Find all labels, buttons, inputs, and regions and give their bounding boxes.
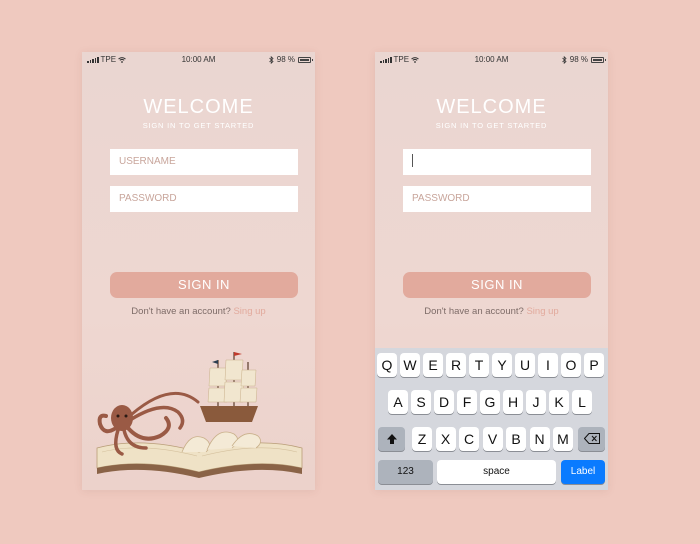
key-s[interactable]: S (411, 390, 431, 414)
return-key[interactable]: Label (561, 460, 605, 484)
key-q[interactable]: Q (377, 353, 397, 377)
welcome-title: WELCOME (143, 96, 254, 118)
key-d[interactable]: D (434, 390, 454, 414)
key-t[interactable]: T (469, 353, 489, 377)
welcome-subtitle: SIGN IN TO GET STARTED (142, 121, 255, 130)
key-k[interactable]: K (549, 390, 569, 414)
key-c[interactable]: C (459, 427, 479, 451)
battery-percent: 98 % (569, 55, 588, 64)
shift-key[interactable] (378, 427, 405, 451)
key-y[interactable]: Y (492, 353, 512, 377)
backspace-key[interactable] (578, 427, 605, 451)
text-cursor (412, 153, 413, 167)
account-question: Don't have an account? (424, 306, 524, 317)
battery-icon (298, 56, 313, 63)
book-ship-octopus-illustration (96, 352, 303, 478)
key-v[interactable]: V (482, 427, 503, 451)
signup-link[interactable]: Sing up (233, 306, 265, 317)
shift-arrow-icon (386, 434, 397, 444)
key-l[interactable]: L (572, 390, 592, 414)
key-p[interactable]: P (584, 353, 604, 377)
key-o[interactable]: O (561, 353, 581, 377)
signup-link[interactable]: Sing up (526, 306, 558, 317)
key-i[interactable]: I (538, 353, 558, 377)
welcome-subtitle: SIGN IN TO GET STARTED (435, 121, 548, 130)
account-question: Don't have an account? (131, 306, 231, 317)
signup-prompt: Don't have an account? Sing up (375, 306, 608, 317)
username-input[interactable]: USERNAME (110, 149, 298, 175)
battery-percent: 98 % (276, 55, 295, 64)
welcome-title: WELCOME (436, 96, 547, 118)
key-r[interactable]: R (446, 353, 466, 377)
key-f[interactable]: F (457, 390, 477, 414)
key-n[interactable]: N (529, 427, 550, 451)
key-m[interactable]: M (553, 427, 573, 451)
key-b[interactable]: B (506, 427, 526, 451)
password-input[interactable]: PASSWORD (403, 186, 591, 212)
status-bar: TPE 10:00 AM 98 % (82, 55, 315, 67)
bluetooth-icon (561, 55, 567, 64)
key-w[interactable]: W (400, 353, 420, 377)
key-j[interactable]: J (526, 390, 546, 414)
phone-screen-login-keyboard: TPE 10:00 AM 98 % WELCOME SIGN IN TO GET… (375, 52, 608, 490)
on-screen-keyboard: QWERTYUIOP ASDFGHJKL ZXCVBNM 123 space L… (375, 348, 608, 490)
backspace-icon (583, 433, 600, 444)
status-bar: TPE 10:00 AM 98 % (375, 55, 608, 67)
key-e[interactable]: E (423, 353, 443, 377)
key-a[interactable]: A (388, 390, 408, 414)
sign-in-button[interactable]: SIGN IN (403, 272, 591, 298)
key-x[interactable]: X (435, 427, 456, 451)
space-key[interactable]: space (437, 460, 556, 484)
numbers-key[interactable]: 123 (378, 460, 433, 484)
bluetooth-icon (268, 55, 274, 64)
phone-screen-login: TPE 10:00 AM 98 % WELCOME SIGN IN TO GET… (82, 52, 315, 490)
battery-icon (591, 56, 606, 63)
key-z[interactable]: Z (412, 427, 432, 451)
key-h[interactable]: H (503, 390, 523, 414)
password-input[interactable]: PASSWORD (110, 186, 298, 212)
key-g[interactable]: G (480, 390, 500, 414)
key-u[interactable]: U (515, 353, 535, 377)
signup-prompt: Don't have an account? Sing up (82, 306, 315, 317)
username-input-focused[interactable] (403, 149, 591, 175)
sign-in-button[interactable]: SIGN IN (110, 272, 298, 298)
